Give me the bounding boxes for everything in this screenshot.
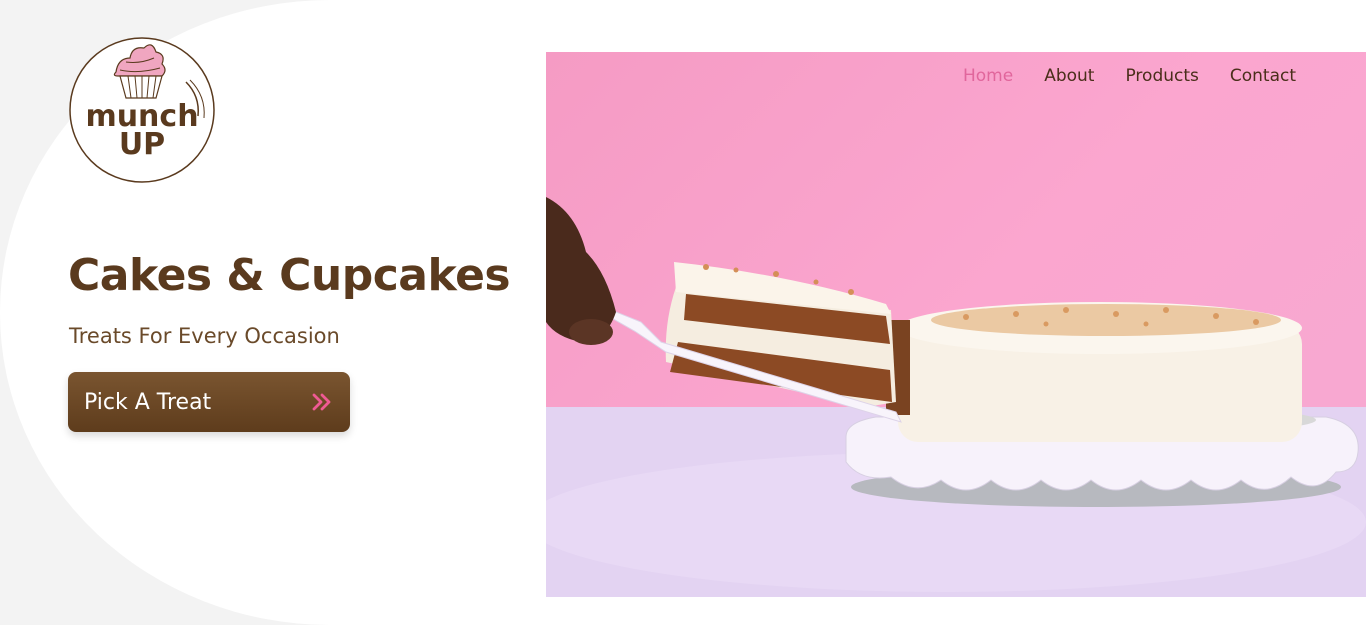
cake-photo xyxy=(546,197,1366,597)
brand-logo[interactable]: munch UP xyxy=(68,36,216,184)
nav-contact[interactable]: Contact xyxy=(1230,66,1296,86)
logo-line2: UP xyxy=(119,127,165,162)
cupcake-logo-icon: munch UP xyxy=(69,37,215,183)
cta-label: Pick A Treat xyxy=(84,389,212,415)
double-chevron-right-icon xyxy=(312,393,331,411)
nav-about[interactable]: About xyxy=(1044,66,1094,86)
hero-subtitle: Treats For Every Occasion xyxy=(69,324,340,348)
nav-home[interactable]: Home xyxy=(963,66,1013,86)
hero-image xyxy=(546,52,1366,597)
nav-products[interactable]: Products xyxy=(1125,66,1198,86)
pick-a-treat-button[interactable]: Pick A Treat xyxy=(68,372,350,432)
main-nav: Home About Products Contact xyxy=(963,66,1296,86)
hero-title: Cakes & Cupcakes xyxy=(68,250,511,301)
